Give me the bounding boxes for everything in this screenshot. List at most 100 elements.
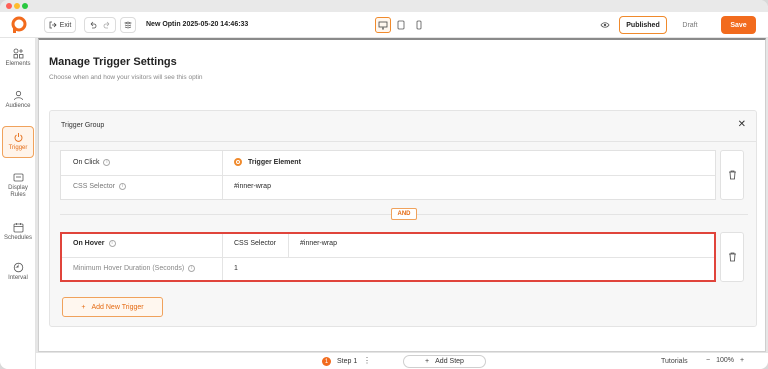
bottom-bar: 1 Step 1 ⋮ + Add Step Tutorials − 100% + [36, 352, 768, 369]
trash-icon [728, 170, 736, 180]
duration-label-text: Minimum Hover Duration (Seconds) [73, 265, 185, 272]
editor-canvas: Manage Trigger Settings Choose when and … [36, 38, 768, 352]
tablet-icon [397, 20, 405, 30]
sidebar-item-label: Audience [5, 103, 31, 109]
save-button[interactable]: Save [721, 16, 756, 34]
zoom-out-button[interactable]: − [706, 357, 710, 364]
sidebar-item-schedules[interactable]: Schedules [2, 222, 34, 248]
status-toggle: Published Draft [619, 16, 713, 34]
trigger-settings-panel: Manage Trigger Settings Choose when and … [38, 38, 766, 352]
desktop-icon [378, 21, 388, 29]
delete-trigger-button[interactable] [720, 150, 744, 200]
tablet-view-button[interactable] [393, 17, 409, 33]
zoom-in-button[interactable]: + [740, 357, 744, 364]
add-new-trigger-button[interactable]: + Add New Trigger [62, 297, 163, 317]
trigger-name: On Hover i [73, 240, 116, 247]
sidebar-item-audience[interactable]: Audience [2, 90, 34, 116]
trigger-row-on-hover: On Hover i CSS Selector #inner-wrap Mini… [60, 232, 716, 282]
trash-icon [728, 252, 736, 262]
minimize-window-button[interactable] [14, 3, 20, 9]
display-rules-icon [13, 173, 23, 182]
layers-button[interactable] [120, 17, 136, 33]
add-trigger-label: Add New Trigger [91, 303, 144, 311]
trigger-group-title: Trigger Group [61, 122, 105, 129]
published-button[interactable]: Published [619, 16, 667, 34]
radio-selected-icon [234, 158, 242, 166]
redo-icon[interactable] [103, 21, 111, 29]
css-selector-input[interactable]: #inner-wrap [234, 183, 271, 190]
audience-icon [13, 90, 23, 101]
zoom-level: 100% [716, 357, 734, 364]
calendar-icon [13, 223, 23, 233]
sidebar-item-label: Schedules [3, 235, 33, 241]
preview-button[interactable] [597, 17, 613, 33]
plus-icon: + [425, 358, 430, 365]
sidebar-item-label: Display Rules [8, 185, 28, 198]
and-badge: AND [391, 208, 417, 220]
sidebar-item-elements[interactable]: Elements [2, 48, 34, 74]
document-title: New Optin 2025-05-20 14:46:33 [146, 21, 249, 28]
eye-icon [600, 22, 610, 28]
close-window-button[interactable] [6, 3, 12, 9]
draft-button[interactable]: Draft [667, 16, 713, 34]
undo-redo-group [84, 17, 116, 33]
top-toolbar: Exit New Optin 2025-05-20 14:46:33 Publi… [0, 12, 768, 38]
mobile-view-button[interactable] [411, 17, 427, 33]
more-options-icon[interactable]: ⋮ [363, 356, 371, 365]
window-titlebar [0, 0, 768, 12]
divider [61, 175, 715, 176]
tutorials-link[interactable]: Tutorials [661, 358, 688, 365]
hover-duration-input[interactable]: 1 [234, 265, 238, 272]
zoom-control: − 100% + [706, 357, 744, 364]
sidebar-item-interval[interactable]: Interval [2, 262, 34, 288]
page-title: Manage Trigger Settings [49, 56, 177, 68]
hover-duration-label: Minimum Hover Duration (Seconds) i [73, 265, 196, 272]
device-switcher [375, 17, 427, 33]
css-selector-label: CSS Selector i [73, 183, 127, 190]
trigger-name-label: On Click [73, 159, 100, 166]
trigger-option-label: Trigger Element [248, 158, 301, 166]
power-icon [14, 133, 22, 142]
css-selector-label: CSS Selector [234, 240, 277, 247]
add-step-label: Add Step [435, 358, 464, 365]
elements-icon [13, 48, 23, 59]
trigger-name-label: On Hover [73, 240, 105, 247]
left-sidebar: Elements Audience Trigger Display Rules … [0, 38, 36, 369]
info-icon[interactable]: i [108, 240, 116, 247]
delete-trigger-button[interactable] [720, 232, 744, 282]
info-icon[interactable]: i [188, 265, 196, 272]
trigger-element-radio[interactable]: Trigger Element [234, 158, 301, 166]
info-icon[interactable]: i [103, 159, 111, 166]
plus-icon: + [81, 303, 86, 311]
trigger-name: On Click i [73, 159, 111, 166]
sidebar-item-label: Interval [8, 275, 28, 281]
add-step-button[interactable]: + Add Step [403, 355, 486, 368]
sidebar-item-label: Elements [5, 61, 31, 67]
desktop-view-button[interactable] [375, 17, 391, 33]
divider [62, 257, 714, 258]
divider [50, 141, 756, 142]
exit-button[interactable]: Exit [44, 17, 76, 33]
info-icon[interactable]: i [119, 183, 127, 190]
layers-icon [124, 21, 132, 29]
divider [288, 234, 289, 257]
undo-icon[interactable] [89, 21, 97, 29]
sidebar-item-display-rules[interactable]: Display Rules [2, 172, 34, 206]
exit-label: Exit [59, 21, 72, 29]
app-logo-icon [11, 16, 27, 33]
mobile-icon [416, 20, 422, 30]
css-selector-input[interactable]: #inner-wrap [300, 240, 337, 247]
step-tab[interactable]: Step 1 [337, 358, 357, 365]
sidebar-item-label: Trigger [8, 145, 28, 151]
trigger-group: Trigger Group ✕ On Click i Trigger Eleme… [49, 110, 757, 327]
selector-label-text: CSS Selector [73, 183, 116, 190]
maximize-window-button[interactable] [22, 3, 28, 9]
sidebar-item-trigger[interactable]: Trigger [2, 126, 34, 158]
page-subtitle: Choose when and how your visitors will s… [49, 74, 203, 81]
trigger-row-on-click: On Click i Trigger Element CSS Selector … [60, 150, 716, 200]
interval-icon [13, 262, 23, 273]
app-window: Exit New Optin 2025-05-20 14:46:33 Publi… [0, 0, 768, 369]
close-icon[interactable]: ✕ [738, 119, 746, 130]
step-number-badge: 1 [322, 357, 331, 366]
exit-icon [49, 21, 57, 29]
